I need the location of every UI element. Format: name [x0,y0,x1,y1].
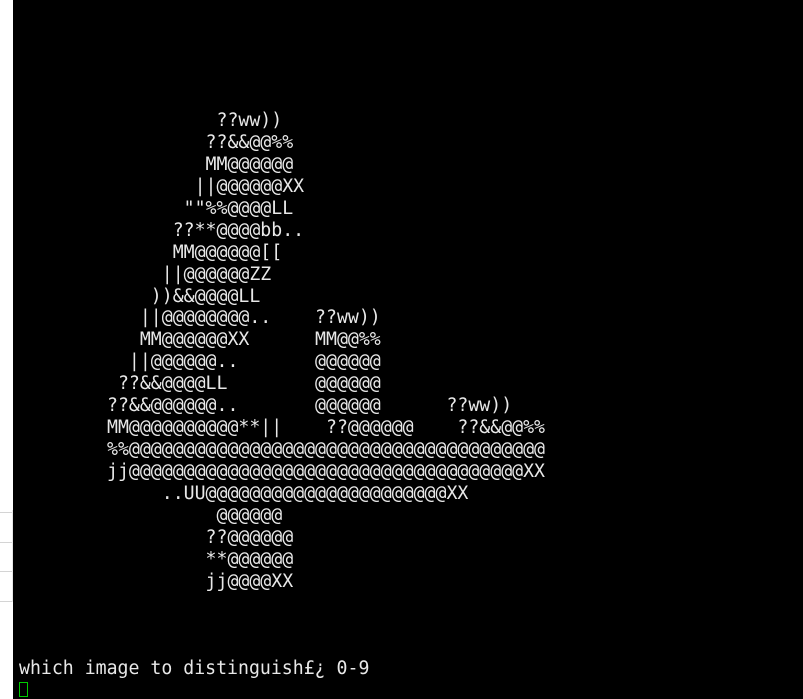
ascii-art-line: ??@@@@@@ [107,526,294,548]
left-window-edge [0,0,13,699]
ascii-art-line: @@@@@@ [107,504,283,526]
ascii-art-line: %%@@@@@@@@@@@@@@@@@@@@@@@@@@@@@@@@@@@@@@ [107,439,545,461]
ascii-art-line: ..UU@@@@@@@@@@@@@@@@@@@@@@XX [107,482,469,504]
input-prompt: which image to distinguish£¿ 0-9 [19,658,370,679]
ascii-art-line: ||@@@@@@ZZ [107,263,272,285]
ascii-art-line: ??ww)) [107,110,283,131]
ascii-art-line: **@@@@@@ [107,548,294,570]
ascii-art-line: MM@@@@@@[[ [107,241,283,263]
ascii-art-line: jj@@@@@@@@@@@@@@@@@@@@@@@@@@@@@@@@@@@@XX [107,461,545,482]
ascii-art-line: MM@@@@@@ [107,153,294,175]
ascii-art-line: ??**@@@@bb.. [107,219,305,241]
ascii-art-line: MM@@@@@@XX MM@@%% [107,329,381,351]
ascii-art-line: ||@@@@@@.. @@@@@@ [107,351,381,373]
ascii-art: ??ww)) ??&&@@%% MM@@@@@@ ||@@@@@@XX ""%%… [107,110,545,593]
terminal-window[interactable]: ??ww)) ??&&@@%% MM@@@@@@ ||@@@@@@XX ""%%… [13,0,803,699]
ascii-art-line: jj@@@@XX [107,570,294,592]
text-cursor[interactable] [19,682,28,697]
ascii-art-line: ""%%@@@@LL [107,197,294,219]
ascii-art-line: ??&&@@@@LL @@@@@@ [107,373,381,395]
ascii-art-line: ??&&@@@@@@.. @@@@@@ ??ww)) [107,395,513,417]
ascii-art-line: MM@@@@@@@@@@**|| ??@@@@@@ ??&&@@%% [107,417,545,439]
ascii-art-line: ))&&@@@@LL [107,285,261,307]
ascii-art-line: ||@@@@@@@@.. ??ww)) [107,307,381,329]
ascii-art-line: ||@@@@@@XX [107,175,305,197]
ascii-art-line: ??&&@@%% [107,131,294,153]
